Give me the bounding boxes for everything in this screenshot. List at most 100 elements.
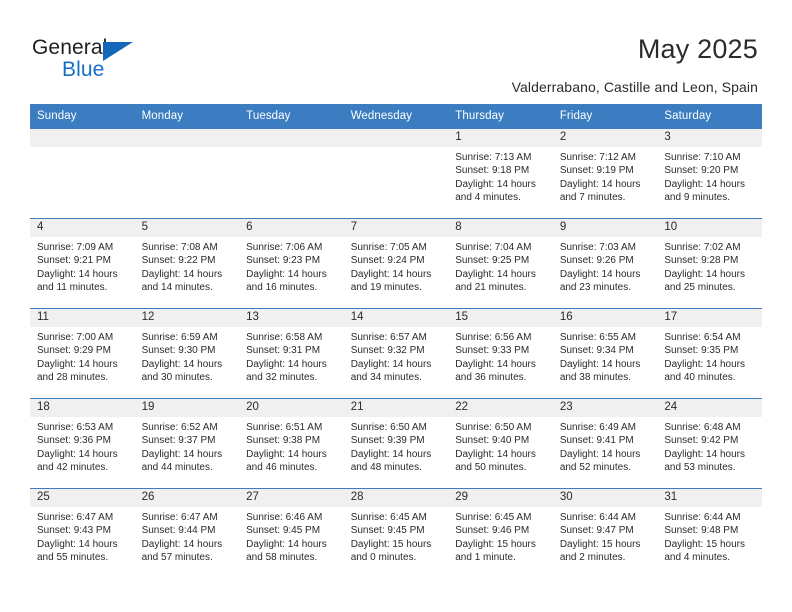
daylight-duration-line-2: and 34 minutes. xyxy=(350,372,422,384)
day-details: Sunrise: 6:44 AM Sunset: 9:48 PM Daylight:… xyxy=(657,507,762,565)
calendar-day-cell[interactable]: 7 Sunrise: 7:05 AM Sunset: 9:24 PM Daylight… xyxy=(343,218,449,309)
page-title: May 2025 xyxy=(637,34,758,64)
daylight-duration-line-2: and 9 minutes. xyxy=(664,192,730,204)
logo-text-blue: Blue xyxy=(62,58,105,81)
calendar-day-cell-empty xyxy=(239,128,344,219)
day-details: Sunrise: 6:44 AM Sunset: 9:47 PM Daylight:… xyxy=(553,507,658,565)
calendar-day-cell[interactable]: 31 Sunrise: 6:44 AM Sunset: 9:48 PM Dayligh… xyxy=(657,488,762,579)
calendar-day-cell[interactable]: 26 Sunrise: 6:47 AM Sunset: 9:44 PM Dayligh… xyxy=(134,488,240,579)
daylight-duration-line-1: Daylight: 15 hours xyxy=(350,538,432,550)
daylight-duration-line-1: Daylight: 14 hours xyxy=(141,448,223,460)
daylight-duration-line-2: and 21 minutes. xyxy=(455,282,527,294)
sunrise-time: Sunrise: 6:48 AM xyxy=(664,422,741,433)
calendar-day-cell[interactable]: 15 Sunrise: 6:56 AM Sunset: 9:33 PM Dayligh… xyxy=(448,308,553,399)
calendar-day-cell[interactable]: 5 Sunrise: 7:08 AM Sunset: 9:22 PM Daylight… xyxy=(134,218,240,309)
daylight-duration-line-2: and 36 minutes. xyxy=(455,372,527,384)
day-number: 7 xyxy=(343,219,449,237)
calendar-day-cell[interactable]: 8 Sunrise: 7:04 AM Sunset: 9:25 PM Daylight… xyxy=(448,218,553,309)
daylight-duration-line-1: Daylight: 14 hours xyxy=(37,448,118,460)
sunset-time: Sunset: 9:33 PM xyxy=(455,345,530,357)
daylight-duration-line-2: and 44 minutes. xyxy=(141,462,213,474)
sunset-time: Sunset: 9:20 PM xyxy=(664,165,739,177)
sunrise-time: Sunrise: 6:52 AM xyxy=(141,422,218,433)
day-number: 6 xyxy=(239,219,344,237)
sunset-time: Sunset: 9:46 PM xyxy=(455,525,530,537)
calendar-day-cell[interactable]: 9 Sunrise: 7:03 AM Sunset: 9:26 PM Daylight… xyxy=(552,218,658,309)
sunset-time: Sunset: 9:34 PM xyxy=(559,345,634,357)
day-number: 16 xyxy=(552,309,658,327)
daylight-duration-line-2: and 2 minutes. xyxy=(559,552,626,564)
calendar-day-cell[interactable]: 22 Sunrise: 6:50 AM Sunset: 9:40 PM Dayligh… xyxy=(448,398,553,489)
daylight-duration-line-2: and 0 minutes. xyxy=(350,552,417,564)
day-number: 22 xyxy=(448,399,553,417)
logo-text-general: General xyxy=(32,36,108,59)
calendar-day-cell[interactable]: 2 Sunrise: 7:12 AM Sunset: 9:19 PM Daylight… xyxy=(552,128,658,219)
calendar-day-cell[interactable]: 25 Sunrise: 6:47 AM Sunset: 9:43 PM Dayligh… xyxy=(30,488,135,579)
daylight-duration-line-1: Daylight: 15 hours xyxy=(455,538,536,550)
calendar-day-cell[interactable]: 13 Sunrise: 6:58 AM Sunset: 9:31 PM Dayligh… xyxy=(239,308,344,399)
daylight-duration-line-2: and 58 minutes. xyxy=(246,552,318,564)
day-number: 10 xyxy=(657,219,762,237)
daylight-duration-line-1: Daylight: 14 hours xyxy=(141,358,223,370)
weekday-header-monday: Monday xyxy=(134,104,240,129)
calendar-day-cell[interactable]: 16 Sunrise: 6:55 AM Sunset: 9:34 PM Dayligh… xyxy=(552,308,658,399)
calendar-day-cell[interactable]: 18 Sunrise: 6:53 AM Sunset: 9:36 PM Dayligh… xyxy=(30,398,135,489)
calendar-day-cell[interactable]: 27 Sunrise: 6:46 AM Sunset: 9:45 PM Dayligh… xyxy=(239,488,344,579)
calendar-day-cell[interactable]: 29 Sunrise: 6:45 AM Sunset: 9:46 PM Dayligh… xyxy=(448,488,553,579)
calendar-day-cell[interactable]: 19 Sunrise: 6:52 AM Sunset: 9:37 PM Dayligh… xyxy=(134,398,240,489)
sunrise-time: Sunrise: 7:06 AM xyxy=(246,242,323,253)
daylight-duration-line-2: and 42 minutes. xyxy=(37,462,109,474)
calendar-day-cell-empty xyxy=(30,128,135,219)
calendar-header-row: Sunday Monday Tuesday Wednesday Thursday… xyxy=(30,104,762,129)
calendar-day-cell[interactable]: 20 Sunrise: 6:51 AM Sunset: 9:38 PM Dayligh… xyxy=(239,398,344,489)
day-details: Sunrise: 7:03 AM Sunset: 9:26 PM Daylight:… xyxy=(553,237,658,295)
calendar-day-cell[interactable]: 30 Sunrise: 6:44 AM Sunset: 9:47 PM Dayligh… xyxy=(552,488,658,579)
sunrise-time: Sunrise: 6:50 AM xyxy=(455,422,532,433)
calendar-day-cell[interactable]: 28 Sunrise: 6:45 AM Sunset: 9:45 PM Dayligh… xyxy=(343,488,449,579)
daylight-duration-line-1: Daylight: 15 hours xyxy=(559,538,641,550)
calendar-day-cell[interactable]: 3 Sunrise: 7:10 AM Sunset: 9:20 PM Daylight… xyxy=(657,128,762,219)
logo-triangle-icon xyxy=(103,42,133,61)
sunset-time: Sunset: 9:36 PM xyxy=(37,435,111,447)
day-number: 8 xyxy=(448,219,553,237)
daylight-duration-line-1: Daylight: 14 hours xyxy=(664,178,745,190)
calendar-day-cell[interactable]: 10 Sunrise: 7:02 AM Sunset: 9:28 PM Dayligh… xyxy=(657,218,762,309)
day-number: 9 xyxy=(552,219,658,237)
day-number: 13 xyxy=(239,309,344,327)
daylight-duration-line-2: and 48 minutes. xyxy=(350,462,422,474)
general-blue-logo[interactable]: General Blue xyxy=(32,36,232,88)
day-number: 12 xyxy=(134,309,240,327)
calendar-day-cell[interactable]: 24 Sunrise: 6:48 AM Sunset: 9:42 PM Dayligh… xyxy=(657,398,762,489)
daylight-duration-line-1: Daylight: 14 hours xyxy=(455,178,536,190)
calendar-day-cell[interactable]: 23 Sunrise: 6:49 AM Sunset: 9:41 PM Dayligh… xyxy=(552,398,658,489)
daylight-duration-line-1: Daylight: 14 hours xyxy=(246,268,327,280)
calendar-day-cell[interactable]: 1 Sunrise: 7:13 AM Sunset: 9:18 PM Daylight… xyxy=(448,128,553,219)
sunset-time: Sunset: 9:47 PM xyxy=(559,525,634,537)
day-number: 24 xyxy=(657,399,762,417)
sunrise-time: Sunrise: 6:47 AM xyxy=(37,512,114,523)
sunrise-time: Sunrise: 6:45 AM xyxy=(455,512,532,523)
calendar-day-cell-empty xyxy=(134,128,240,219)
daylight-duration-line-1: Daylight: 14 hours xyxy=(455,358,536,370)
sunrise-time: Sunrise: 7:03 AM xyxy=(559,242,636,253)
daylight-duration-line-2: and 25 minutes. xyxy=(664,282,736,294)
sunset-time: Sunset: 9:19 PM xyxy=(559,165,634,177)
calendar-day-cell[interactable]: 14 Sunrise: 6:57 AM Sunset: 9:32 PM Dayligh… xyxy=(343,308,449,399)
calendar-day-cell[interactable]: 17 Sunrise: 6:54 AM Sunset: 9:35 PM Dayligh… xyxy=(657,308,762,399)
day-details: Sunrise: 7:02 AM Sunset: 9:28 PM Daylight:… xyxy=(657,237,762,295)
daylight-duration-line-1: Daylight: 14 hours xyxy=(350,448,432,460)
day-number: 15 xyxy=(448,309,553,327)
sunrise-time: Sunrise: 7:13 AM xyxy=(455,152,532,163)
calendar-day-cell[interactable]: 12 Sunrise: 6:59 AM Sunset: 9:30 PM Dayligh… xyxy=(134,308,240,399)
day-number xyxy=(134,129,240,147)
day-number: 21 xyxy=(343,399,449,417)
weekday-header-tuesday: Tuesday xyxy=(239,104,344,129)
calendar-day-cell[interactable]: 21 Sunrise: 6:50 AM Sunset: 9:39 PM Dayligh… xyxy=(343,398,449,489)
calendar-day-cell[interactable]: 4 Sunrise: 7:09 AM Sunset: 9:21 PM Daylight… xyxy=(30,218,135,309)
day-number: 5 xyxy=(134,219,240,237)
calendar-day-cell[interactable]: 6 Sunrise: 7:06 AM Sunset: 9:23 PM Daylight… xyxy=(239,218,344,309)
calendar-day-cell[interactable]: 11 Sunrise: 7:00 AM Sunset: 9:29 PM Dayligh… xyxy=(30,308,135,399)
sunrise-time: Sunrise: 6:49 AM xyxy=(559,422,636,433)
day-details: Sunrise: 7:09 AM Sunset: 9:21 PM Daylight:… xyxy=(30,237,135,295)
day-details: Sunrise: 6:54 AM Sunset: 9:35 PM Daylight:… xyxy=(657,327,762,385)
